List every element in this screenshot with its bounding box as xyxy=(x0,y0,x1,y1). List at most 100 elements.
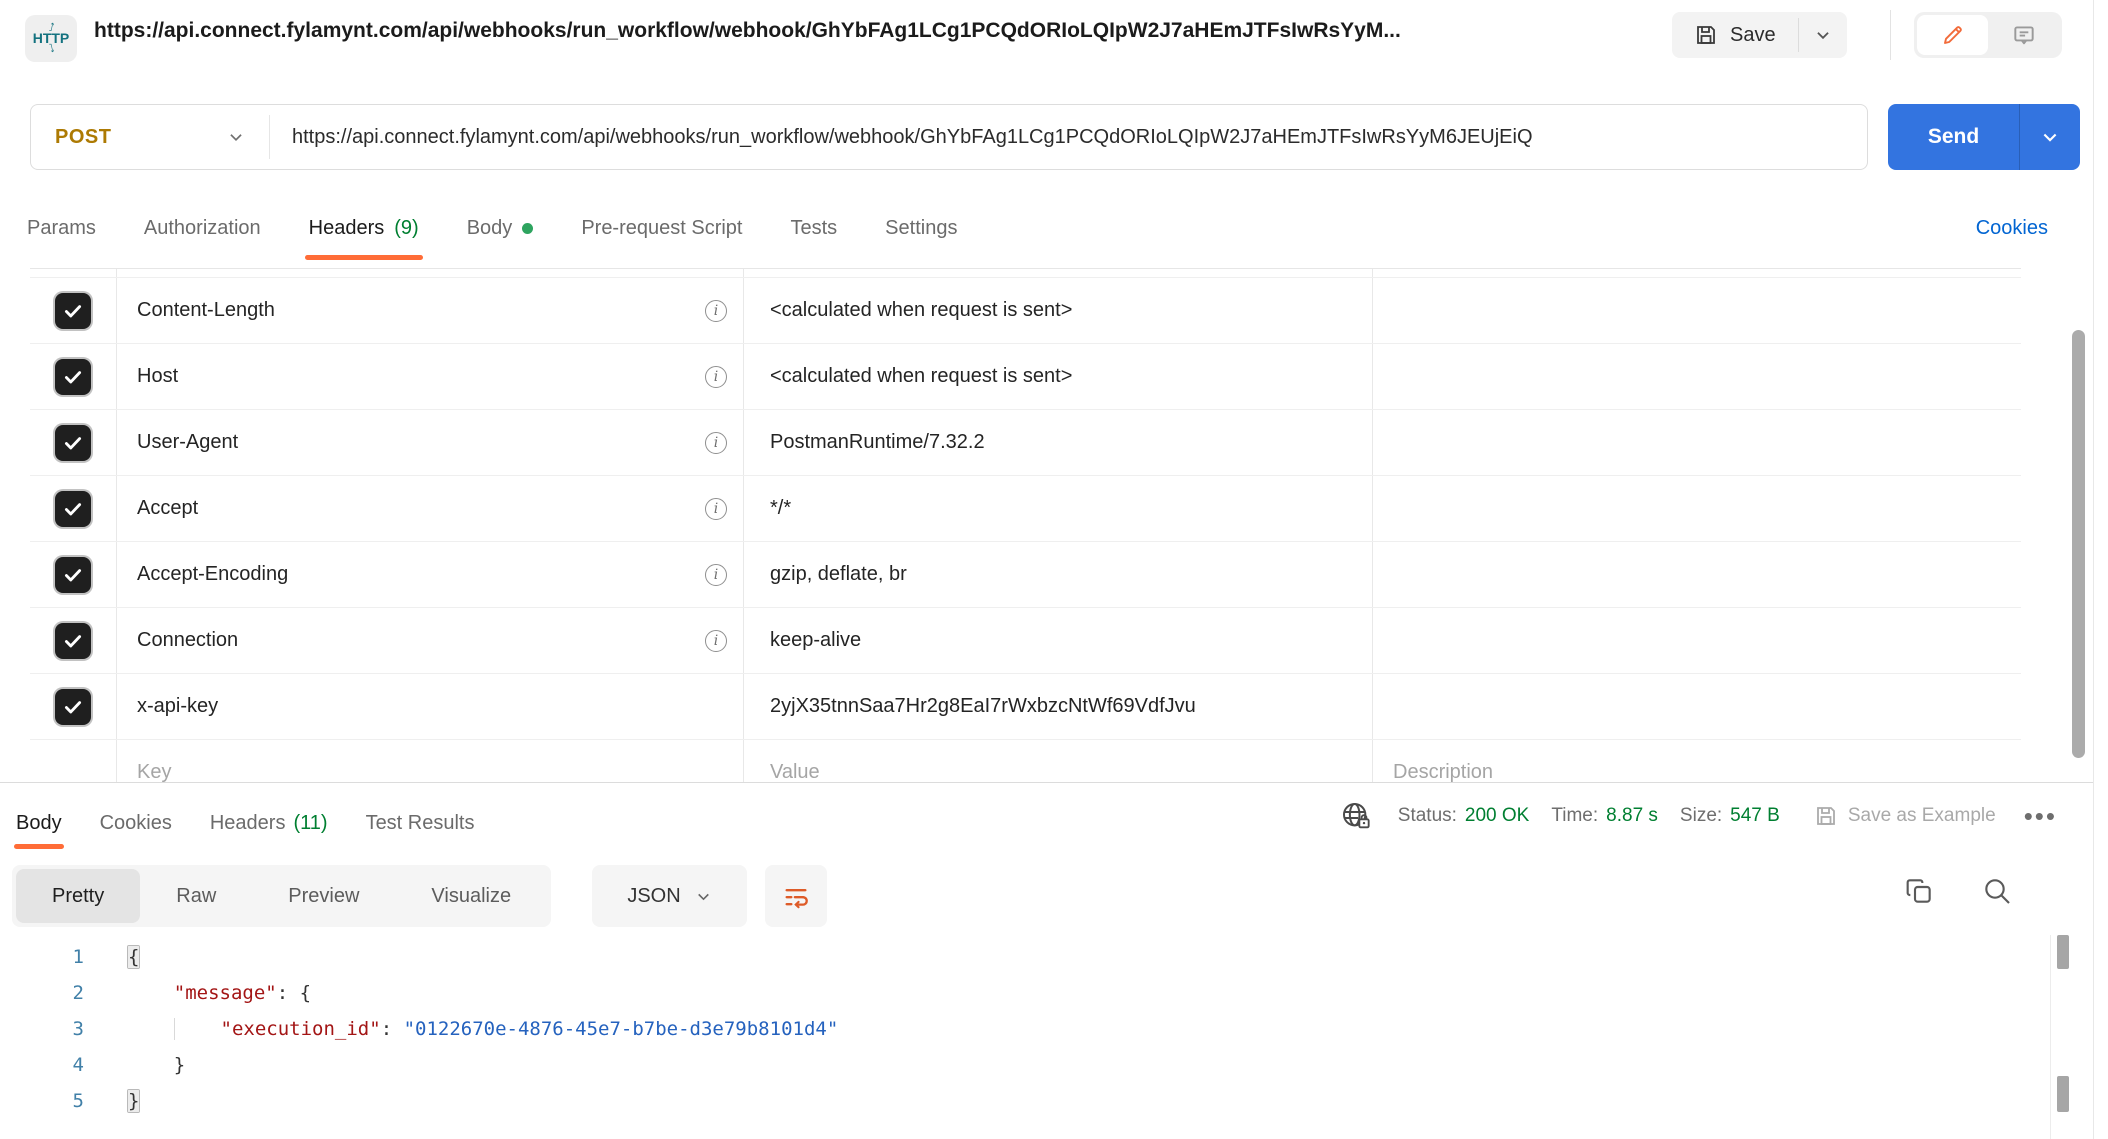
save-options-button[interactable] xyxy=(1799,12,1847,58)
save-as-example-button[interactable]: Save as Example xyxy=(1814,804,1996,828)
header-value-cell[interactable]: 2yjX35tnnSaa7Hr2g8EaI7rWxbzcNtWf69VdfJvu xyxy=(744,674,1373,739)
header-key-cell[interactable]: Accept-Encodingi xyxy=(117,542,744,607)
tab-label: Pre-request Script xyxy=(581,217,742,240)
info-icon[interactable]: i xyxy=(705,564,727,586)
header-description-cell[interactable] xyxy=(1373,542,2021,607)
header-enabled-checkbox[interactable] xyxy=(55,425,91,461)
tab-body[interactable]: Body xyxy=(467,205,534,260)
response-status-stat: Status:200 OK xyxy=(1398,805,1530,827)
format-select[interactable]: JSON xyxy=(592,865,747,927)
tab-params[interactable]: Params xyxy=(27,205,96,260)
tab-settings[interactable]: Settings xyxy=(885,205,957,260)
stat-label: Size: xyxy=(1680,805,1722,827)
method-selector[interactable]: POST xyxy=(31,126,269,149)
response-body-code: 1{2 "message": {3 "execution_id": "01226… xyxy=(0,933,2093,1119)
send-button-label[interactable]: Send xyxy=(1888,104,2019,170)
code-token: : xyxy=(381,1018,404,1040)
view-tab-visualize[interactable]: Visualize xyxy=(395,869,547,923)
header-enabled-checkbox[interactable] xyxy=(55,359,91,395)
info-icon[interactable]: i xyxy=(705,300,727,322)
header-value-cell[interactable]: gzip, deflate, br xyxy=(744,542,1373,607)
wrap-lines-button[interactable] xyxy=(765,865,827,927)
tab-pre-request-script[interactable]: Pre-request Script xyxy=(581,205,742,260)
stat-label: Time: xyxy=(1551,805,1598,827)
tab-headers[interactable]: Headers(9) xyxy=(309,205,419,260)
header-value-cell[interactable]: <calculated when request is sent> xyxy=(744,344,1373,409)
header-key-cell[interactable]: Accepti xyxy=(117,476,744,541)
topbar-divider xyxy=(1890,10,1891,60)
response-time-stat: Time: 8.87 s xyxy=(1551,805,1658,827)
header-description-cell[interactable] xyxy=(1373,476,2021,541)
more-options-icon[interactable]: ••• xyxy=(2024,806,2057,826)
indent xyxy=(128,1018,174,1040)
header-description-cell[interactable] xyxy=(1373,410,2021,475)
info-icon[interactable]: i xyxy=(705,366,727,388)
description-placeholder: Description xyxy=(1393,761,1493,782)
header-value-cell[interactable]: */* xyxy=(744,476,1373,541)
stat-value: 8.87 s xyxy=(1606,805,1658,827)
response-scrollbar[interactable] xyxy=(2057,935,2069,969)
send-options-button[interactable] xyxy=(2020,104,2080,170)
page-scrollbar[interactable] xyxy=(2057,1076,2069,1112)
header-description-cell[interactable] xyxy=(1373,278,2021,343)
header-enabled-checkbox[interactable] xyxy=(55,689,91,725)
info-icon[interactable]: i xyxy=(705,432,727,454)
response-tab-body[interactable]: Body xyxy=(16,783,62,863)
code-text: } xyxy=(84,1083,139,1119)
view-tab-raw[interactable]: Raw xyxy=(140,869,252,923)
header-key-cell[interactable]: Connectioni xyxy=(117,608,744,673)
header-key-cell[interactable]: x-api-key xyxy=(117,674,744,739)
table-cell xyxy=(744,269,1373,277)
copy-icon[interactable] xyxy=(1903,875,1935,907)
cookies-link[interactable]: Cookies xyxy=(1976,217,2048,240)
view-tab-pretty[interactable]: Pretty xyxy=(16,869,140,923)
code-text: { xyxy=(84,939,139,975)
line-number: 1 xyxy=(0,939,84,975)
header-value: <calculated when request is sent> xyxy=(770,365,1072,388)
info-icon[interactable]: i xyxy=(705,498,727,520)
network-info-button[interactable] xyxy=(1340,800,1372,832)
code-line: 4 } xyxy=(0,1047,2093,1083)
header-key-cell[interactable]: Key xyxy=(117,740,744,782)
header-key-cell[interactable]: Content-Lengthi xyxy=(117,278,744,343)
header-enabled-checkbox[interactable] xyxy=(55,491,91,527)
header-description-cell[interactable]: Description xyxy=(1373,740,2021,782)
save-button[interactable]: Save xyxy=(1672,12,1798,58)
table-row: User-Agenti PostmanRuntime/7.32.2 xyxy=(30,410,2021,476)
view-tab-preview[interactable]: Preview xyxy=(252,869,395,923)
edit-request-button[interactable] xyxy=(1917,15,1988,55)
header-description-cell[interactable] xyxy=(1373,608,2021,673)
send-button-group[interactable]: Send xyxy=(1888,104,2080,170)
header-description-cell[interactable] xyxy=(1373,344,2021,409)
response-tab-label: Body xyxy=(16,812,62,835)
header-value-cell[interactable]: keep-alive xyxy=(744,608,1373,673)
save-button-group: Save xyxy=(1672,12,1847,58)
code-line: 1{ xyxy=(0,939,2093,975)
header-description-cell[interactable] xyxy=(1373,674,2021,739)
header-enabled-checkbox[interactable] xyxy=(55,623,91,659)
header-value-cell[interactable]: Value xyxy=(744,740,1373,782)
header-value: 2yjX35tnnSaa7Hr2g8EaI7rWxbzcNtWf69VdfJvu xyxy=(770,695,1196,718)
tab-tests[interactable]: Tests xyxy=(790,205,837,260)
comments-button[interactable] xyxy=(1988,15,2059,55)
table-cell xyxy=(30,269,117,277)
table-row: Connectionikeep-alive xyxy=(30,608,2021,674)
url-input[interactable] xyxy=(270,126,1867,149)
headers-scrollbar[interactable] xyxy=(2072,330,2085,758)
response-tab-cookies[interactable]: Cookies xyxy=(100,783,172,863)
header-enabled-checkbox[interactable] xyxy=(55,293,91,329)
header-value: PostmanRuntime/7.32.2 xyxy=(770,431,985,454)
header-key-cell[interactable]: Hosti xyxy=(117,344,744,409)
response-tab-test-results[interactable]: Test Results xyxy=(366,783,475,863)
response-tab-headers[interactable]: Headers(11) xyxy=(210,783,328,863)
header-enabled-checkbox[interactable] xyxy=(55,557,91,593)
wrap-lines-icon xyxy=(782,882,810,910)
info-icon[interactable]: i xyxy=(705,630,727,652)
search-icon[interactable] xyxy=(1981,875,2013,907)
checkbox-cell xyxy=(30,344,117,409)
header-value-cell[interactable]: <calculated when request is sent> xyxy=(744,278,1373,343)
header-value-cell[interactable]: PostmanRuntime/7.32.2 xyxy=(744,410,1373,475)
tab-authorization[interactable]: Authorization xyxy=(144,205,261,260)
header-key: x-api-key xyxy=(137,695,218,718)
header-key-cell[interactable]: User-Agenti xyxy=(117,410,744,475)
